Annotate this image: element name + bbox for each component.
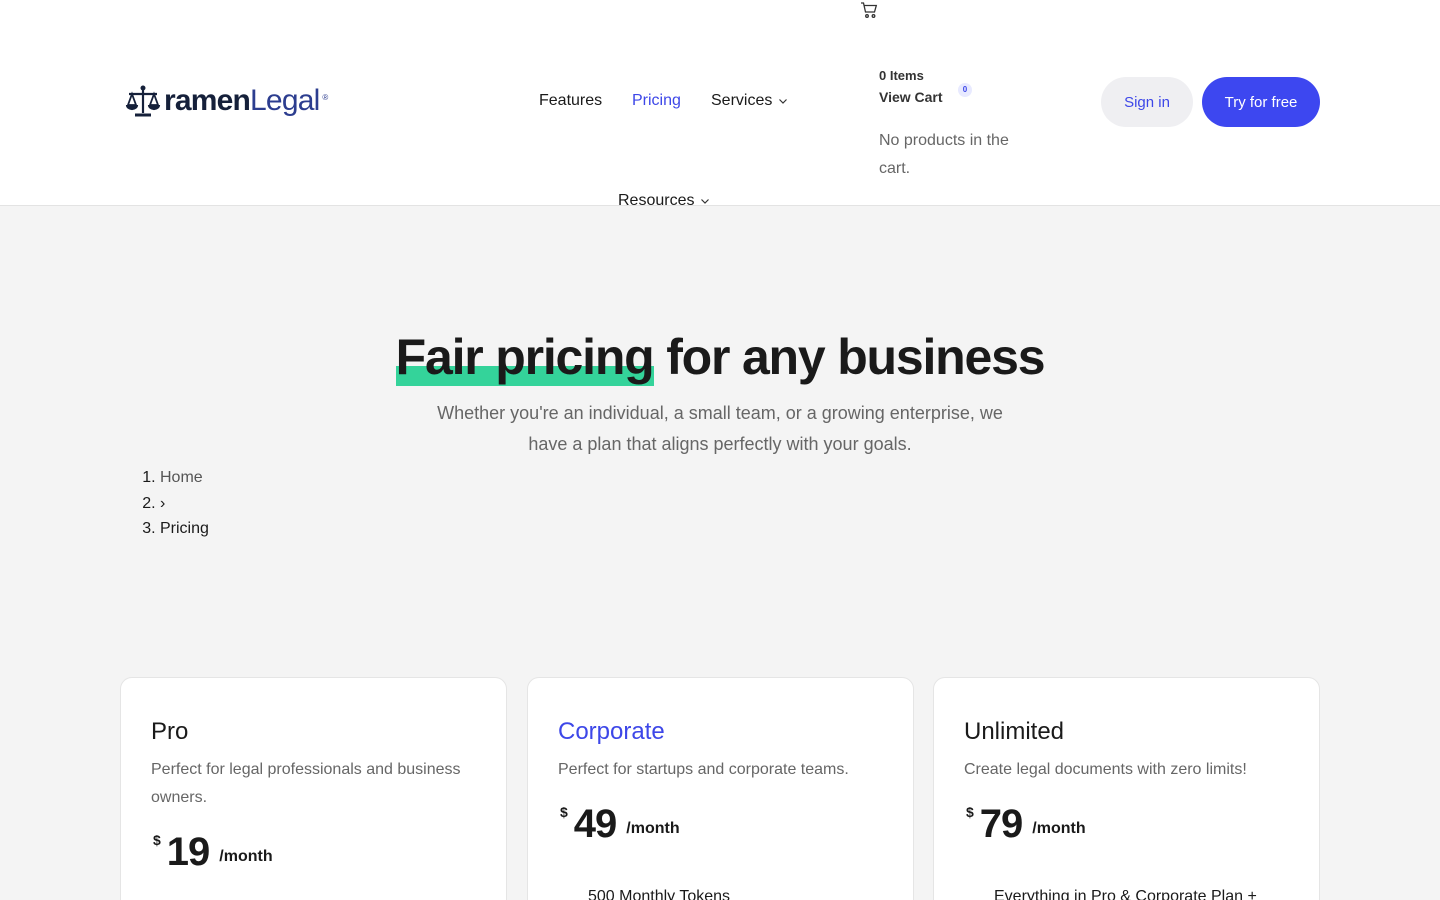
plan-name: Unlimited <box>964 718 1065 745</box>
price-period: /month <box>626 820 680 837</box>
nav-pricing[interactable]: Pricing <box>632 92 681 110</box>
nav-services[interactable]: Services <box>711 92 788 110</box>
logo[interactable]: ramenLegal ® <box>125 84 328 118</box>
price-amount: 49 <box>573 802 617 846</box>
breadcrumb-item[interactable]: Home <box>160 465 209 491</box>
plan-card-unlimited: Unlimited Create legal documents with ze… <box>933 677 1320 900</box>
site-header: ramenLegal ® Features Pricing Services R… <box>0 0 1440 209</box>
title-highlight: Fair pricing <box>395 329 655 386</box>
price-period: /month <box>1032 820 1086 837</box>
plan-description: Perfect for startups and corporate teams… <box>558 761 849 778</box>
page-title: Fair pricing for any business <box>0 328 1440 386</box>
mini-cart: 0 Items View Cart 0 No products in the c… <box>879 66 1029 183</box>
price-currency: $ <box>966 804 974 820</box>
chevron-down-icon <box>701 199 710 204</box>
logo-wordmark: ramenLegal ® <box>164 84 328 117</box>
try-for-free-button[interactable]: Try for free <box>1202 77 1320 127</box>
breadcrumb-home[interactable]: Home <box>160 469 203 486</box>
plan-price: $ 49 /month <box>560 800 680 846</box>
plan-price: $ 19 /month <box>153 828 273 874</box>
cart-empty-message: No products in the cart. <box>879 132 1009 177</box>
title-rest: for any business <box>653 329 1045 385</box>
plan-description: Perfect for legal professionals and busi… <box>151 761 461 806</box>
page-subtitle: Whether you're an individual, a small te… <box>437 403 1003 454</box>
nav-features[interactable]: Features <box>539 92 602 110</box>
breadcrumb-item: Pricing <box>160 516 209 542</box>
plan-card-corporate: Corporate Perfect for startups and corpo… <box>527 677 914 900</box>
breadcrumb-current: Pricing <box>160 520 209 537</box>
plan-description: Create legal documents with zero limits! <box>964 761 1247 778</box>
breadcrumb: Home › Pricing <box>160 465 209 542</box>
price-currency: $ <box>560 804 568 820</box>
view-cart-link[interactable]: View Cart <box>879 85 1029 109</box>
scales-of-justice-icon <box>125 85 161 117</box>
plan-feature: Everything in Pro & Corporate Plan + <box>994 888 1257 900</box>
plan-name: Pro <box>151 718 189 745</box>
cart-count-badge: 0 <box>958 83 972 97</box>
chevron-down-icon <box>779 99 788 104</box>
plan-price: $ 79 /month <box>966 800 1086 846</box>
price-currency: $ <box>153 832 161 848</box>
plan-feature: 500 Monthly Tokens <box>588 888 731 900</box>
plan-name: Corporate <box>558 718 665 745</box>
breadcrumb-separator: › <box>160 494 166 512</box>
price-period: /month <box>219 848 273 865</box>
sign-in-button[interactable]: Sign in <box>1101 77 1193 127</box>
nav-resources[interactable]: Resources <box>618 192 710 210</box>
plan-card-pro: Pro Perfect for legal professionals and … <box>120 677 507 900</box>
cart-items-count: 0 Items <box>879 68 924 83</box>
cart-icon[interactable] <box>859 0 879 20</box>
breadcrumb-item: › <box>160 491 209 517</box>
price-amount: 79 <box>979 802 1023 846</box>
price-amount: 19 <box>166 830 210 874</box>
